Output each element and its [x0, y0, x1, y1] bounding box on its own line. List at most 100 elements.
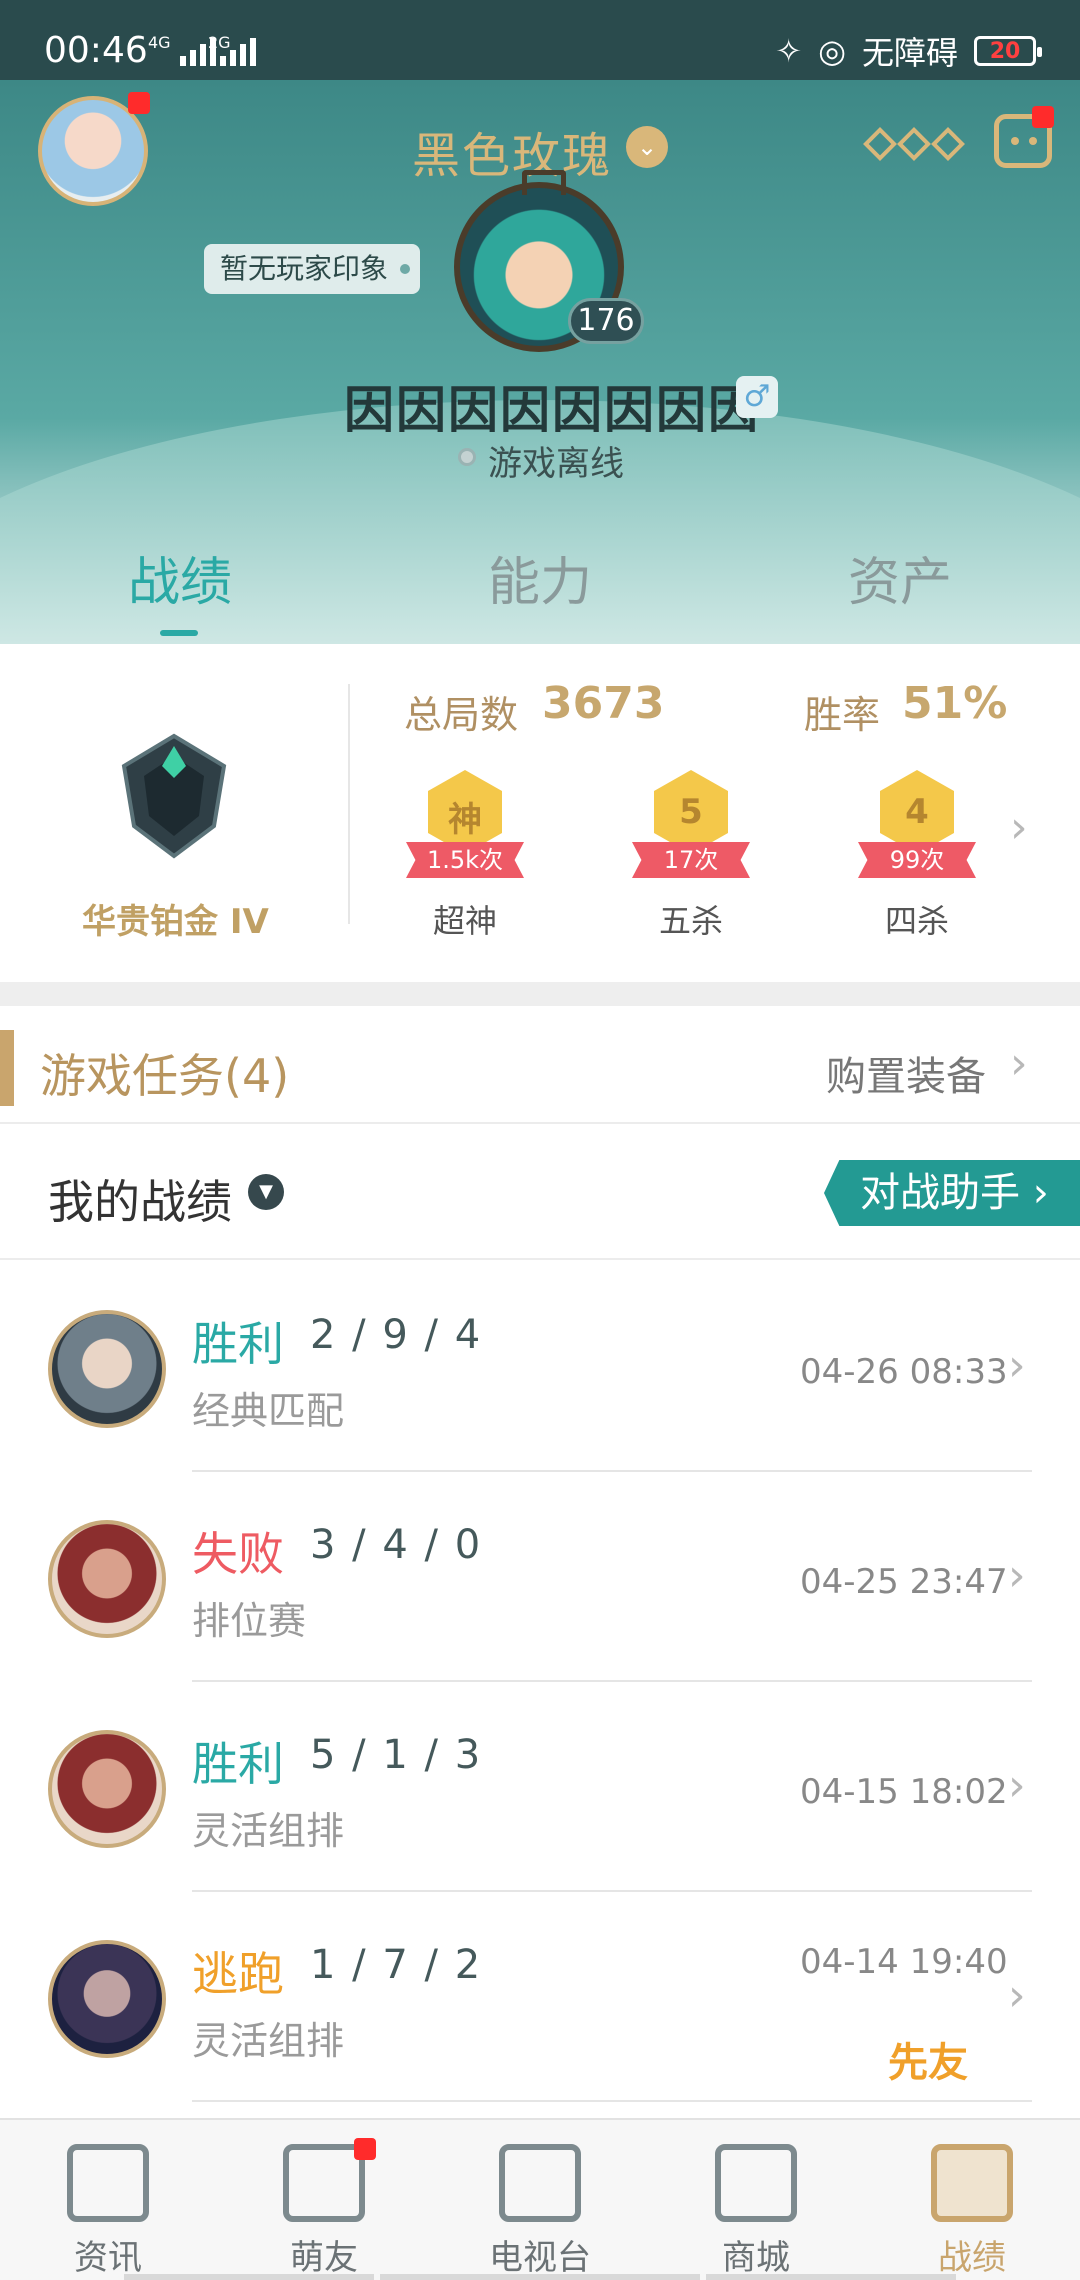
total-games-label: 总局数 [404, 693, 519, 737]
match-row[interactable]: 胜利 5 / 1 / 3 灵活组排 04-15 18:02 › [0, 1682, 1080, 1892]
nav-tv[interactable]: 电视台 [470, 2144, 610, 2279]
hero-avatar-icon [48, 1520, 166, 1638]
player-name: 因因因因因因因因 [344, 381, 760, 439]
buy-equipment-link[interactable]: 购置装备 [826, 1044, 986, 1102]
player-impression-tag[interactable]: 暂无玩家印象 [204, 244, 421, 294]
medal-pentakill-icon: 5 [679, 792, 703, 832]
online-status: 游戏离线 [488, 444, 624, 484]
tab-assets[interactable]: 资产 [848, 540, 952, 615]
hero-avatar-icon [48, 1310, 166, 1428]
match-kda: 5 / 1 / 3 [310, 1732, 483, 1778]
game-tasks-title: 游戏任务(4) [40, 1049, 290, 1103]
row-divider [192, 2100, 1032, 2102]
medal-quadrakill-icon: 4 [905, 792, 929, 832]
records-icon [931, 2144, 1013, 2222]
hero-avatar-icon [48, 1730, 166, 1848]
chevron-right-icon[interactable]: › [1008, 1550, 1026, 1601]
medal-pentakill: 5 17次 [626, 764, 756, 884]
nav-news[interactable]: 资讯 [38, 2144, 178, 2279]
medal-legendary-count: 1.5k次 [406, 842, 524, 878]
my-records-title[interactable]: 我的战绩 [48, 1166, 232, 1232]
status-bar: 00:46 4G 2G ✧ ◎ 无障碍 20 [0, 0, 1080, 80]
bottom-navigation: 资讯 萌友 电视台 商城 战绩 [0, 2118, 1080, 2280]
friend-tag-text: 先友 [888, 2040, 968, 2086]
medal-legendary-label: 超神 [432, 902, 497, 940]
nav-friends[interactable]: 萌友 [254, 2144, 394, 2279]
winrate-label: 胜率 [804, 693, 881, 737]
medal-quadrakill: 4 99次 [852, 764, 982, 884]
chevron-right-icon[interactable]: › [1010, 1038, 1028, 1089]
match-time: 04-15 18:02 [800, 1772, 1008, 1812]
match-kda: 2 / 9 / 4 [310, 1312, 483, 1358]
friend-tag: 先友 [888, 2030, 968, 2088]
profile-tabs: 战绩 能力 资产 [0, 540, 1080, 644]
chevron-down-icon[interactable]: ▼ [248, 1174, 284, 1210]
stats-card[interactable]: 华贵铂金 IV 总局数 3673 胜率 51% 神 1.5k次 超神 5 17次… [0, 644, 1080, 982]
nav-friends-label: 萌友 [290, 2238, 358, 2278]
accessibility-label: 无障碍 [861, 34, 958, 72]
match-row[interactable]: 失败 3 / 4 / 0 排位赛 04-25 23:47 › [0, 1472, 1080, 1682]
chevron-right-icon[interactable]: › [1010, 802, 1028, 853]
nav-records-label: 战绩 [938, 2238, 1006, 2278]
stats-divider [348, 684, 350, 924]
gesture-bar [124, 2274, 374, 2280]
nav-news-label: 资讯 [74, 2238, 142, 2278]
gesture-bar [706, 2274, 956, 2280]
rank-name: 华贵铂金 IV [82, 902, 269, 942]
match-time: 04-25 23:47 [800, 1562, 1008, 1602]
match-result: 胜利 [192, 1737, 284, 1791]
tv-icon [499, 2144, 581, 2222]
status-time: 00:46 [44, 30, 148, 71]
hero-avatar-icon [48, 1940, 166, 2058]
match-result: 失败 [192, 1527, 284, 1581]
tab-records[interactable]: 战绩 [128, 540, 232, 615]
match-kda: 3 / 4 / 0 [310, 1522, 483, 1568]
tab-underline [160, 630, 198, 636]
chevron-down-icon[interactable]: ⌄ [626, 126, 668, 168]
gender-icon: ♂ [736, 376, 778, 418]
signal-label-4g: 4G [148, 33, 171, 52]
status-right: ✧ ◎ 无障碍 20 [775, 28, 1042, 74]
game-tasks-row[interactable]: 游戏任务(4) 购置装备 › [0, 1006, 1080, 1124]
rank-emblem-icon [121, 733, 227, 859]
lock-rotation-icon: ◎ [818, 32, 846, 70]
level-badge: 176 [568, 298, 644, 344]
match-mode: 灵活组排 [192, 1809, 345, 1853]
chevron-right-icon[interactable]: › [1008, 1760, 1026, 1811]
nav-shop-label: 商城 [722, 2238, 790, 2278]
profile-header: 黑色玫瑰 ⌄ 暂无玩家印象 176 因因因因因因因因 ♂ 游戏离线 战绩 能力 … [0, 80, 1080, 644]
signal-bars-2-icon [220, 36, 256, 66]
medal-pentakill-count: 17次 [632, 842, 750, 878]
medal-legendary-icon: 神 [448, 800, 482, 840]
match-row[interactable]: 逃跑 1 / 7 / 2 灵活组排 04-14 19:40 先友 › [0, 1892, 1080, 2102]
task-accent-bar [0, 1030, 14, 1106]
nav-tv-label: 电视台 [489, 2238, 591, 2278]
shop-icon [715, 2144, 797, 2222]
match-result: 胜利 [192, 1317, 284, 1371]
battle-assistant-button[interactable]: 对战助手 › [824, 1160, 1080, 1226]
tab-ability[interactable]: 能力 [488, 540, 592, 615]
total-games-value: 3673 [542, 678, 665, 729]
vibrate-icon: ✧ [775, 32, 803, 70]
chat-notification-dot [1032, 106, 1054, 128]
nav-shop[interactable]: 商城 [686, 2144, 826, 2279]
book-icon [67, 2144, 149, 2222]
match-kda: 1 / 7 / 2 [310, 1942, 483, 1988]
gesture-bar [380, 2274, 700, 2280]
match-row[interactable]: 胜利 2 / 9 / 4 经典匹配 04-26 08:33 › [0, 1262, 1080, 1472]
match-mode: 灵活组排 [192, 2019, 345, 2063]
match-result: 逃跑 [192, 1947, 284, 2001]
chevron-right-icon[interactable]: › [1008, 1340, 1026, 1391]
battery-icon: 20 [974, 36, 1042, 66]
my-records-header: 我的战绩 ▼ 对战助手 › [0, 1124, 1080, 1260]
medal-legendary: 神 1.5k次 [400, 764, 530, 884]
nav-records[interactable]: 战绩 [902, 2144, 1042, 2279]
match-mode: 排位赛 [192, 1599, 307, 1643]
nickname[interactable]: 黑色玫瑰 [412, 116, 612, 186]
winrate-value: 51% [902, 678, 1008, 729]
more-icon[interactable] [863, 127, 965, 161]
match-time: 04-26 08:33 [800, 1352, 1008, 1392]
medal-quadrakill-label: 四杀 [884, 902, 949, 940]
chevron-right-icon[interactable]: › [1008, 1970, 1026, 2021]
match-time: 04-14 19:40 [800, 1942, 1008, 1982]
